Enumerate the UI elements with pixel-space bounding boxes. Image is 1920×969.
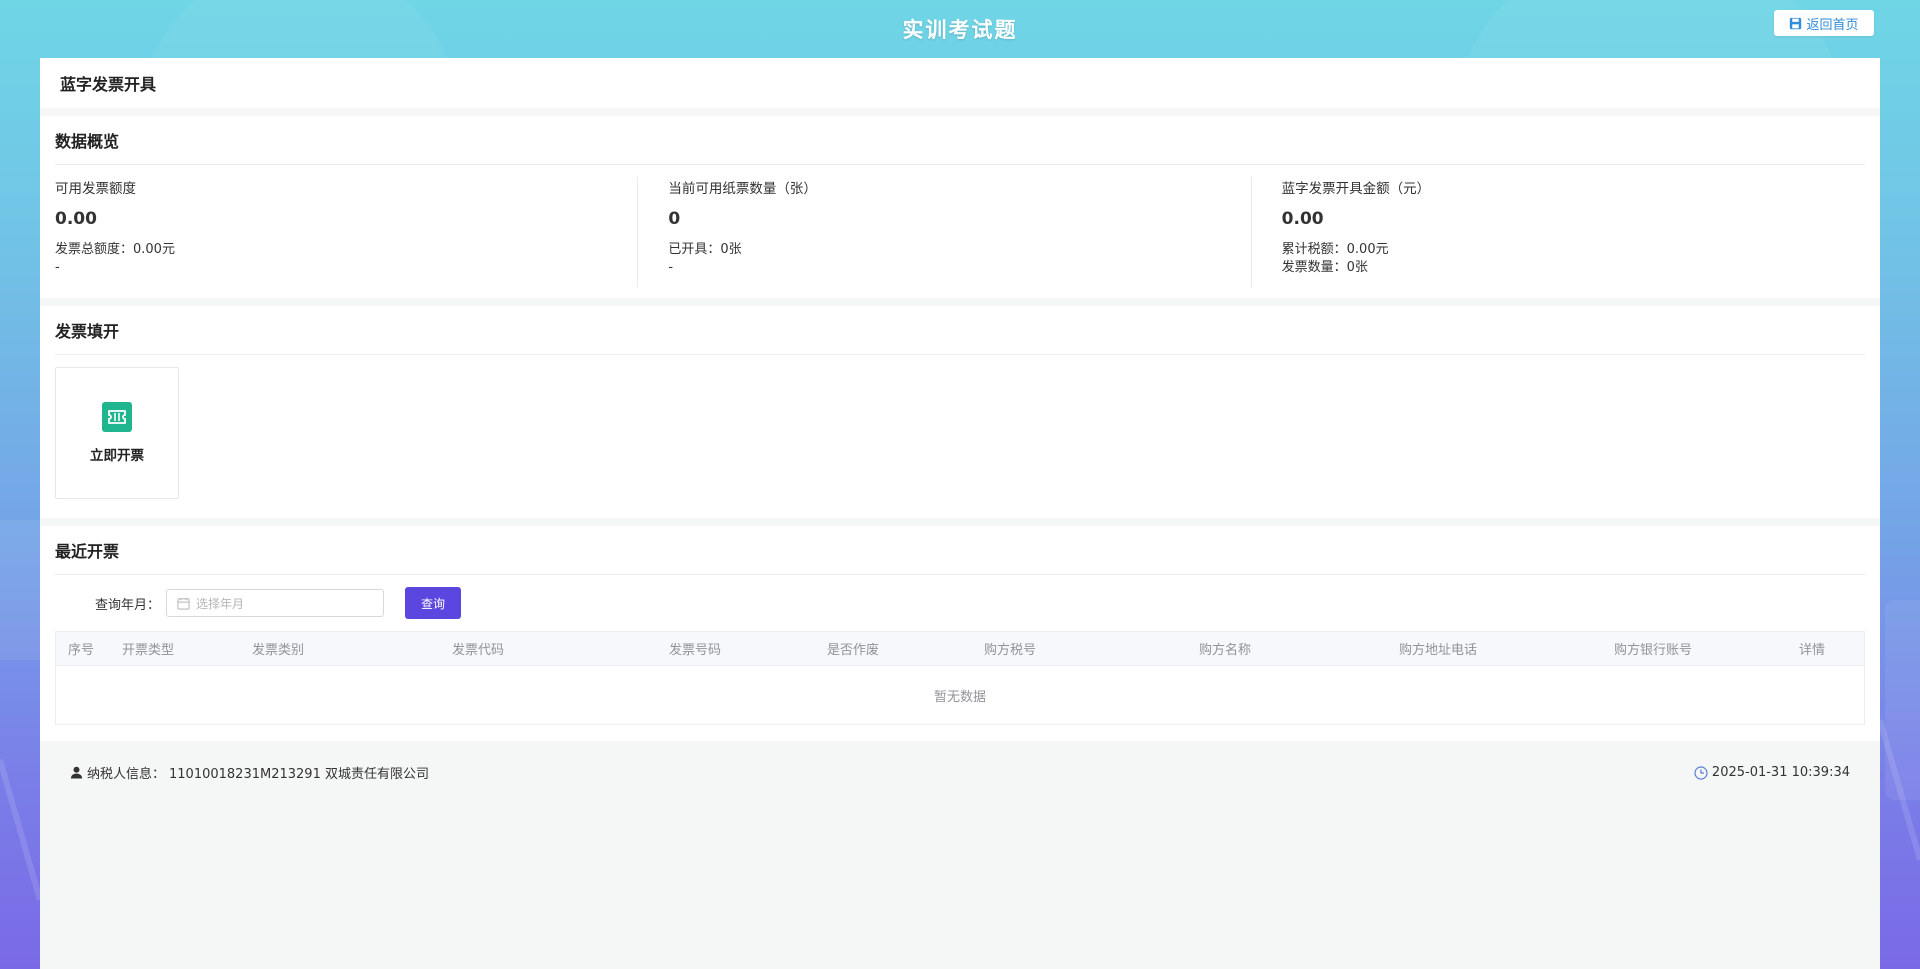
ticket-icon (102, 402, 132, 432)
calendar-icon (177, 597, 190, 610)
column-header: 发票代码 (452, 643, 505, 658)
stat-sub-line: 发票数量：0张 (1281, 260, 1368, 275)
column-header: 购方地址电话 (1399, 643, 1478, 658)
query-button[interactable]: 查询 (405, 587, 462, 619)
table-header: 序号 开票类型 发票类别 发票代码 发票号码 是否作废 购方税号 购方名称 购方… (56, 632, 1864, 665)
stat-value: 0 (668, 209, 681, 229)
column-header: 是否作废 (827, 643, 880, 658)
month-picker-input[interactable]: 选择年月 (166, 589, 385, 617)
column-header: 详情 (1799, 643, 1826, 658)
issue-invoice-label: 立即开票 (90, 448, 144, 464)
stat-sub-line: 发票总额度：0.00元 (55, 242, 175, 257)
column-header: 购方税号 (984, 643, 1037, 658)
column-header: 开票类型 (122, 643, 175, 658)
query-month-label: 查询年月： (95, 597, 161, 613)
column-header: 购方名称 (1199, 643, 1252, 658)
stat-sub-line: 累计税额：0.00元 (1281, 242, 1389, 257)
datetime-value: 2025-01-31 10:39:34 (1711, 765, 1850, 780)
recent-invoices-title: 最近开票 (55, 526, 1865, 575)
stat-available-quota: 可用发票额度 0.00 发票总额度：0.00元 - (55, 177, 639, 297)
user-icon (70, 766, 83, 779)
stat-paper-invoices: 当前可用纸票数量（张） 0 已开具：0张 - (638, 177, 1252, 297)
column-header: 购方银行账号 (1614, 643, 1693, 658)
app-title: 实训考试题 (902, 18, 1018, 42)
clock-icon (1694, 765, 1708, 780)
stat-value: 0.00 (1281, 209, 1324, 229)
current-datetime: 2025-01-31 10:39:34 (1694, 765, 1850, 780)
return-home-label: 返回首页 (1806, 16, 1859, 32)
stat-label: 蓝字发票开具金额（元） (1281, 181, 1431, 197)
overview-section: 数据概览 可用发票额度 0.00 发票总额度：0.00元 - 当前可用纸票数量（… (40, 116, 1880, 298)
save-icon (1790, 17, 1802, 29)
footer: 纳税人信息： 11010018231M213291 双城责任有限公司 2025-… (40, 741, 1880, 804)
month-picker-placeholder: 选择年月 (196, 596, 245, 611)
query-row: 查询年月： 选择年月 查询 (55, 575, 1865, 631)
stat-label: 可用发票额度 (55, 181, 136, 197)
taxpayer-info: 纳税人信息： 11010018231M213291 双城责任有限公司 (70, 763, 429, 782)
stat-sub-line: 已开具：0张 (668, 242, 742, 257)
column-header: 序号 (68, 643, 95, 658)
stat-sub-line: - (55, 260, 60, 275)
taxpayer-label: 纳税人信息： (87, 767, 166, 782)
main-panel: 蓝字发票开具 数据概览 可用发票额度 0.00 发票总额度：0.00元 - 当前… (40, 58, 1880, 969)
invoice-fill-section: 发票填开 立即开票 (40, 306, 1880, 518)
overview-title: 数据概览 (55, 116, 1865, 165)
column-header: 发票类别 (252, 643, 305, 658)
stat-blue-invoice-amount: 蓝字发票开具金额（元） 0.00 累计税额：0.00元 发票数量：0张 (1252, 177, 1865, 297)
stat-sub-line: - (668, 260, 674, 275)
return-home-button[interactable]: 返回首页 (1774, 10, 1874, 36)
table-empty-state: 暂无数据 (56, 665, 1864, 724)
overview-stats: 可用发票额度 0.00 发票总额度：0.00元 - 当前可用纸票数量（张） 0 … (55, 165, 1865, 297)
invoice-fill-title: 发票填开 (55, 306, 1865, 355)
page-title: 蓝字发票开具 (40, 58, 1880, 108)
column-header: 发票号码 (669, 643, 722, 658)
recent-invoices-section: 最近开票 查询年月： 选择年月 查询 序号 开票类型 发票类别 发票代码 发票号… (40, 526, 1880, 741)
recent-invoices-table: 序号 开票类型 发票类别 发票代码 发票号码 是否作废 购方税号 购方名称 购方… (55, 631, 1865, 725)
taxpayer-value: 11010018231M213291 双城责任有限公司 (169, 767, 429, 782)
stat-label: 当前可用纸票数量（张） (668, 181, 817, 197)
stat-value: 0.00 (55, 209, 97, 229)
issue-invoice-tile[interactable]: 立即开票 (55, 367, 179, 499)
